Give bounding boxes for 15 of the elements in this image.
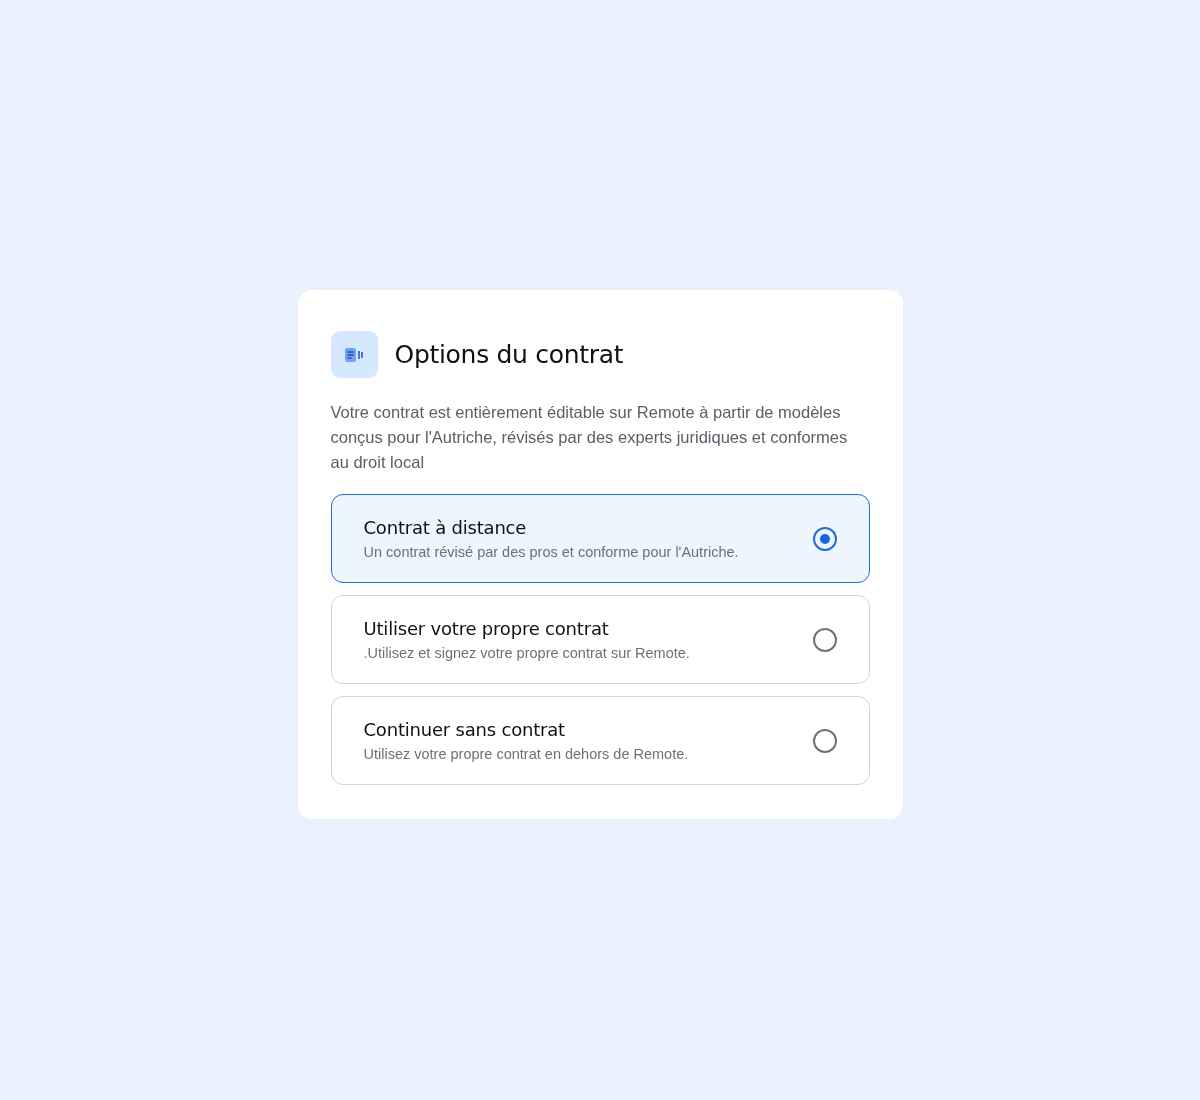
option-description: Un contrat révisé par des pros et conforme pour l'Autriche. xyxy=(363,544,739,560)
option-description: Utilisez votre propre contrat en dehors de Remote. xyxy=(363,746,689,762)
card-description: Votre contrat est entièrement éditable sur Remote à partir de modèles conçus pour l'Autriche, révisés par des experts juridiques et conformes au droit local xyxy=(330,402,849,473)
radio-button[interactable] xyxy=(812,728,837,753)
option-card[interactable]: Utiliser votre propre contrat .Utilisez et signez votre propre contrat sur Remote. xyxy=(330,595,870,684)
card-title: Options du contrat xyxy=(394,340,624,369)
option-description: .Utilisez et signez votre propre contrat sur Remote. xyxy=(363,645,690,661)
radio-button[interactable] xyxy=(812,526,837,551)
document-icon xyxy=(330,331,378,378)
radio-button[interactable] xyxy=(812,627,837,652)
option-card[interactable]: Contrat à distance Un contrat révisé par des pros et conforme pour l'Autriche. xyxy=(330,494,870,583)
option-title: Continuer sans contrat xyxy=(363,719,566,740)
option-card[interactable]: Continuer sans contrat Utilisez votre propre contrat en dehors de Remote. xyxy=(330,696,870,785)
option-title: Contrat à distance xyxy=(363,517,528,538)
option-title: Utiliser votre propre contrat xyxy=(363,618,610,639)
